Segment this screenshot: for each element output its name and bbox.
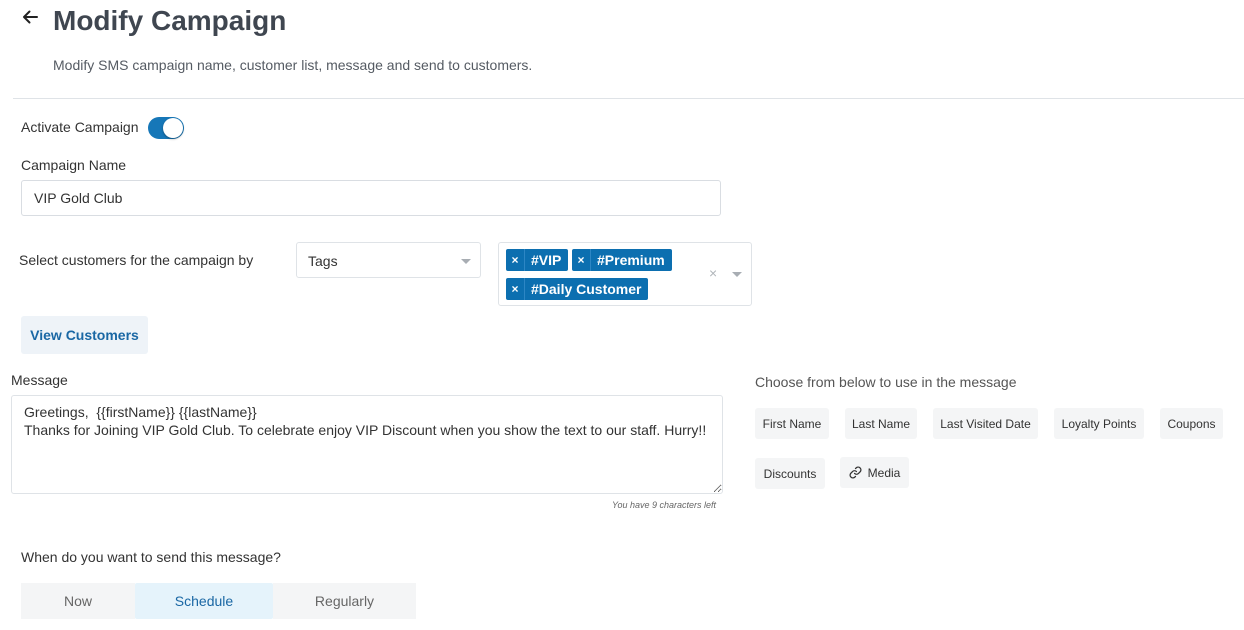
send-option-schedule[interactable]: Schedule — [135, 583, 273, 619]
tag-daily-customer: × #Daily Customer — [506, 278, 649, 300]
tag-label: #Premium — [597, 252, 665, 268]
customer-filter-value: Tags — [308, 253, 338, 269]
placeholder-chip-first-name[interactable]: First Name — [755, 408, 829, 439]
toggle-knob — [163, 118, 183, 138]
send-option-now[interactable]: Now — [21, 583, 135, 619]
placeholder-chip-coupons[interactable]: Coupons — [1160, 408, 1223, 439]
placeholder-chip-last-name[interactable]: Last Name — [845, 408, 917, 439]
tag-vip: × #VIP — [506, 249, 569, 271]
characters-left-text: You have 9 characters left — [612, 500, 717, 510]
message-textarea[interactable]: Greetings, {{firstName}} {{lastName}} Th… — [11, 395, 723, 494]
tag-remove-icon[interactable]: × — [506, 249, 525, 271]
campaign-name-input[interactable] — [21, 180, 721, 216]
header-divider — [13, 98, 1244, 99]
media-chip-label: Media — [867, 465, 901, 480]
customer-filter-select[interactable]: Tags — [296, 242, 481, 278]
link-icon — [849, 466, 862, 479]
activate-campaign-toggle[interactable] — [148, 117, 184, 139]
campaign-name-label: Campaign Name — [21, 157, 127, 173]
page-title: Modify Campaign — [53, 5, 287, 36]
tag-remove-icon[interactable]: × — [506, 278, 525, 300]
select-customers-label: Select customers for the campaign by — [19, 252, 254, 268]
tag-label: #Daily Customer — [531, 281, 642, 297]
placeholder-chip-loyalty-points[interactable]: Loyalty Points — [1054, 408, 1144, 439]
back-arrow-icon[interactable] — [20, 7, 40, 27]
tags-multiselect[interactable]: × #VIP × #Premium × #Daily Customer × — [498, 242, 752, 306]
send-option-regularly[interactable]: Regularly — [273, 583, 416, 619]
tag-premium: × #Premium — [572, 249, 672, 271]
send-timing-label: When do you want to send this message? — [21, 549, 281, 565]
activate-campaign-label: Activate Campaign — [21, 119, 139, 135]
view-customers-button[interactable]: View Customers — [21, 316, 148, 354]
clear-tags-icon[interactable]: × — [709, 265, 717, 281]
chevron-down-icon[interactable] — [732, 272, 742, 277]
chevron-down-icon — [461, 259, 471, 264]
placeholder-chip-media[interactable]: Media — [840, 457, 909, 488]
tag-label: #VIP — [531, 252, 562, 268]
page-subtitle: Modify SMS campaign name, customer list,… — [53, 57, 533, 73]
message-label: Message — [11, 372, 68, 388]
placeholders-label: Choose from below to use in the message — [755, 374, 1017, 390]
placeholder-chip-last-visited-date[interactable]: Last Visited Date — [933, 408, 1038, 439]
placeholder-chip-discounts[interactable]: Discounts — [755, 458, 825, 489]
tag-remove-icon[interactable]: × — [572, 249, 591, 271]
